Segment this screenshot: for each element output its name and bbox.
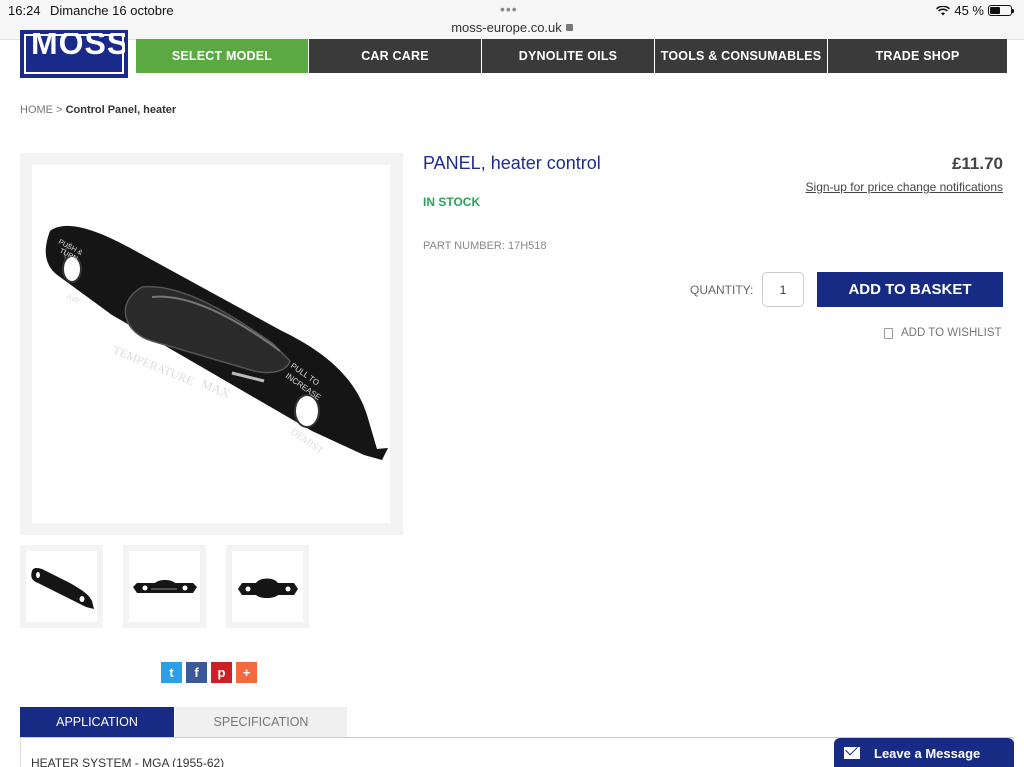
nav-select-model[interactable]: SELECT MODEL <box>136 39 308 73</box>
status-time: 16:24 <box>8 3 41 18</box>
twitter-share-icon[interactable]: t <box>161 662 182 683</box>
thumbnail-1[interactable] <box>20 545 103 628</box>
leave-message-widget[interactable]: Leave a Message <box>834 738 1014 767</box>
moss-logo[interactable]: MOSS <box>20 30 128 78</box>
lock-icon <box>565 24 573 31</box>
quantity-input[interactable] <box>762 272 804 307</box>
product-title: PANEL, heater control <box>423 153 601 173</box>
breadcrumb-current: Control Panel, heater <box>65 104 177 116</box>
more-share-icon[interactable]: + <box>236 662 257 683</box>
wishlist-icon <box>884 327 893 339</box>
url-text: moss-europe.co.uk <box>451 20 562 35</box>
main-nav: SELECT MODEL CAR CARE DYNOLITE OILS TOOL… <box>136 39 1007 73</box>
address-bar[interactable]: moss-europe.co.uk <box>0 20 1024 35</box>
pinterest-share-icon[interactable]: p <box>211 662 232 683</box>
wishlist-label: ADD TO WISHLIST <box>901 327 1002 339</box>
leave-message-label: Leave a Message <box>874 745 981 761</box>
nav-trade-shop[interactable]: TRADE SHOP <box>828 39 1007 73</box>
envelope-icon <box>844 747 860 759</box>
product-tabs: APPLICATION SPECIFICATION <box>20 707 347 737</box>
logo-text: MOSS <box>31 30 128 61</box>
status-date: Dimanche 16 octobre <box>50 3 174 18</box>
facebook-share-icon[interactable]: f <box>186 662 207 683</box>
nav-car-care[interactable]: CAR CARE <box>309 39 481 73</box>
breadcrumb-separator: > <box>56 104 63 116</box>
thumbnail-3[interactable] <box>226 545 309 628</box>
nav-dynolite-oils[interactable]: DYNOLITE OILS <box>482 39 654 73</box>
quantity-label: QUANTITY: <box>690 283 754 297</box>
share-buttons: t f p + <box>161 662 257 683</box>
battery-icon <box>988 5 1014 16</box>
price-notification-link[interactable]: Sign-up for price change notifications <box>806 180 1003 194</box>
wifi-icon <box>936 5 951 15</box>
stock-status: IN STOCK <box>423 195 481 209</box>
tab-dots-icon[interactable]: ••• <box>500 1 518 17</box>
breadcrumb: HOME > Control Panel, heater <box>20 104 176 116</box>
tab-application[interactable]: APPLICATION <box>20 707 174 737</box>
add-to-basket-button[interactable]: ADD TO BASKET <box>817 272 1003 307</box>
tab-specification[interactable]: SPECIFICATION <box>175 707 347 737</box>
part-number: PART NUMBER: 17H518 <box>423 240 547 252</box>
browser-status-bar: 16:24 Dimanche 16 octobre ••• moss-europ… <box>0 0 1024 40</box>
add-to-wishlist-link[interactable]: ADD TO WISHLIST <box>884 327 1002 339</box>
product-image-frame: PUSH & TURN AIR TEMPERATURE MAX PULL TO … <box>32 165 390 523</box>
product-main-image[interactable]: PUSH & TURN AIR TEMPERATURE MAX PULL TO … <box>20 153 403 535</box>
application-text: HEATER SYSTEM - MGA (1955-62) <box>31 756 225 767</box>
product-price: £11.70 <box>951 154 1003 173</box>
thumbnail-3-image <box>238 578 298 598</box>
thumbnail-2[interactable] <box>123 545 206 628</box>
thumbnail-2-image <box>133 580 197 593</box>
nav-tools-consumables[interactable]: TOOLS & CONSUMABLES <box>655 39 827 73</box>
image-label-air: AIR <box>65 292 81 306</box>
battery-percent: 45 % <box>954 3 984 18</box>
heater-panel-image: PUSH & TURN AIR TEMPERATURE MAX PULL TO … <box>45 225 388 460</box>
thumbnail-strip <box>20 545 309 628</box>
status-right: 45 % <box>936 3 1014 18</box>
breadcrumb-home[interactable]: HOME <box>20 104 53 116</box>
thumbnail-1-image <box>31 567 94 609</box>
